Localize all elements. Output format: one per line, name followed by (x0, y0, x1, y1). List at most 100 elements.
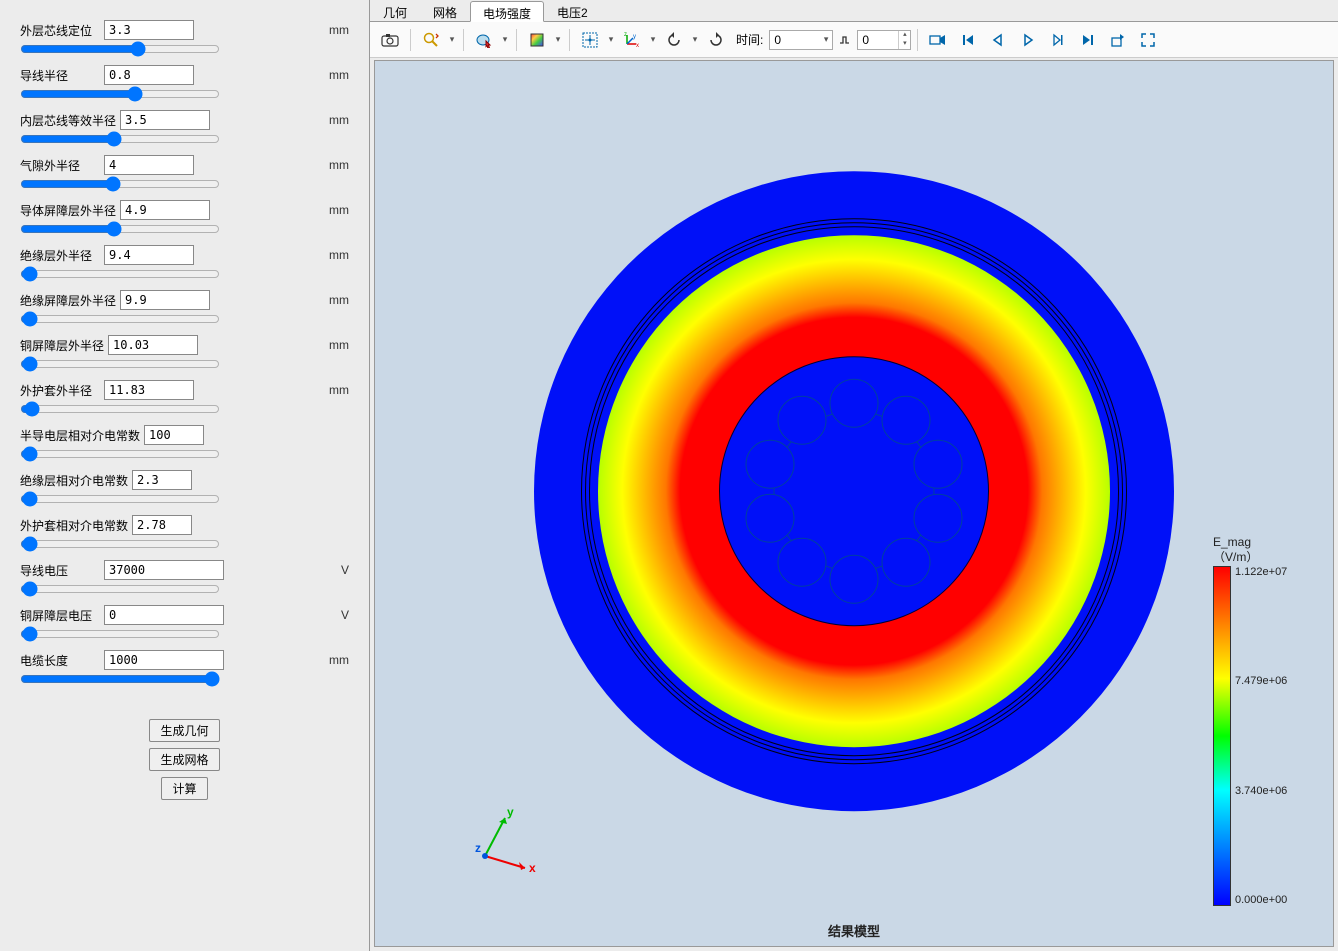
param-input[interactable] (104, 605, 224, 625)
param-label: 绝缘层外半径 (20, 247, 100, 264)
param-input[interactable] (104, 20, 194, 40)
param-group: 导线电压 V (10, 560, 359, 599)
param-slider[interactable] (20, 447, 220, 461)
param-input[interactable] (132, 515, 192, 535)
param-slider[interactable] (20, 177, 220, 191)
param-unit: mm (329, 23, 349, 37)
time-spinner-input[interactable] (858, 31, 898, 49)
zoom-dropdown[interactable]: ▾ (447, 34, 457, 45)
param-label: 导线电压 (20, 562, 100, 579)
param-input[interactable] (104, 650, 224, 670)
param-input[interactable] (108, 335, 198, 355)
param-input[interactable] (132, 470, 192, 490)
param-input[interactable] (104, 560, 224, 580)
param-slider[interactable] (20, 222, 220, 236)
svg-text:x: x (529, 861, 536, 875)
skip-start-icon[interactable] (954, 27, 982, 53)
param-input[interactable] (120, 110, 210, 130)
param-input[interactable] (104, 155, 194, 175)
tab-voltage2[interactable]: 电压2 (544, 0, 601, 21)
legend-title: E_mag（V/m） (1213, 535, 1313, 564)
canvas-area[interactable]: x y z 结果模型 E_mag（V/m） 1.122e+07 7.479e+0… (374, 60, 1334, 947)
skip-end-icon[interactable] (1074, 27, 1102, 53)
tabs: 几何 网格 电场强度 电压2 (370, 0, 1338, 22)
time-select[interactable]: 0▾ (769, 30, 833, 50)
svg-text:z: z (475, 841, 481, 855)
step-forward-icon[interactable] (1044, 27, 1072, 53)
param-input[interactable] (104, 65, 194, 85)
action-buttons: 生成几何 生成网格 计算 (10, 719, 359, 800)
param-label: 导线半径 (20, 67, 100, 84)
tab-geometry[interactable]: 几何 (370, 0, 420, 21)
result-model-label: 结果模型 (828, 921, 880, 940)
time-spinner[interactable]: ▴▾ (857, 30, 911, 50)
field-visualization (534, 171, 1174, 811)
param-slider[interactable] (20, 132, 220, 146)
param-slider[interactable] (20, 537, 220, 551)
param-slider[interactable] (20, 312, 220, 326)
step-icon[interactable] (835, 27, 855, 53)
param-unit: mm (329, 248, 349, 262)
rotate-cw-icon[interactable] (702, 27, 730, 53)
axis-dropdown[interactable]: ▾ (648, 34, 658, 45)
fit-view-icon[interactable] (576, 27, 604, 53)
param-slider[interactable] (20, 672, 220, 686)
param-label: 外层芯线定位 (20, 22, 100, 39)
param-input[interactable] (120, 290, 210, 310)
fullscreen-icon[interactable] (1134, 27, 1162, 53)
param-label: 导体屏障层外半径 (20, 202, 116, 219)
param-group: 导线半径 mm (10, 65, 359, 104)
spin-down[interactable]: ▾ (899, 40, 910, 49)
param-slider[interactable] (20, 492, 220, 506)
param-slider[interactable] (20, 267, 220, 281)
render-style-icon[interactable] (523, 27, 551, 53)
param-input[interactable] (104, 380, 194, 400)
param-group: 铜屏障层外半径 mm (10, 335, 359, 374)
toolbar: ▾ ▾ ▾ ▾ zxy ▾ ▾ 时间: 0▾ ▴▾ (370, 22, 1338, 58)
legend-tick: 3.740e+06 (1235, 785, 1287, 797)
param-input[interactable] (144, 425, 204, 445)
param-slider[interactable] (20, 402, 220, 416)
svg-text:y: y (507, 806, 514, 819)
sidebar: 外层芯线定位 mm 导线半径 mm 内层芯线等效半径 mm 气隙外半径 mm 导… (0, 0, 370, 951)
axis-orient-icon[interactable]: zxy (618, 27, 646, 53)
param-unit: mm (329, 653, 349, 667)
export-icon[interactable] (1104, 27, 1132, 53)
param-group: 绝缘屏障层外半径 mm (10, 290, 359, 329)
record-icon[interactable] (924, 27, 952, 53)
fit-dropdown[interactable]: ▾ (606, 34, 616, 45)
camera-icon[interactable] (376, 27, 404, 53)
param-label: 气隙外半径 (20, 157, 100, 174)
param-input[interactable] (120, 200, 210, 220)
param-unit: V (341, 563, 349, 577)
select-dropdown[interactable]: ▾ (500, 34, 510, 45)
step-back-icon[interactable] (984, 27, 1012, 53)
param-slider[interactable] (20, 357, 220, 371)
legend-tick: 0.000e+00 (1235, 894, 1287, 906)
param-slider[interactable] (20, 582, 220, 596)
tab-efield[interactable]: 电场强度 (470, 1, 544, 22)
param-label: 内层芯线等效半径 (20, 112, 116, 129)
compute-button[interactable]: 计算 (161, 777, 207, 800)
color-legend: E_mag（V/m） 1.122e+07 7.479e+06 3.740e+06… (1213, 535, 1313, 906)
rotate-ccw-icon[interactable] (660, 27, 688, 53)
param-label: 半导电层相对介电常数 (20, 427, 140, 444)
rotate-ccw-dropdown[interactable]: ▾ (690, 34, 700, 45)
param-slider[interactable] (20, 627, 220, 641)
param-slider[interactable] (20, 87, 220, 101)
generate-mesh-button[interactable]: 生成网格 (149, 748, 219, 771)
param-group: 内层芯线等效半径 mm (10, 110, 359, 149)
param-slider[interactable] (20, 42, 220, 56)
select-icon[interactable] (470, 27, 498, 53)
legend-tick: 1.122e+07 (1235, 566, 1287, 578)
generate-geometry-button[interactable]: 生成几何 (149, 719, 219, 742)
tab-mesh[interactable]: 网格 (420, 0, 470, 21)
spin-up[interactable]: ▴ (899, 31, 910, 40)
render-dropdown[interactable]: ▾ (553, 34, 563, 45)
param-input[interactable] (104, 245, 194, 265)
play-icon[interactable] (1014, 27, 1042, 53)
main-panel: 几何 网格 电场强度 电压2 ▾ ▾ ▾ ▾ zxy ▾ ▾ 时间: 0▾ (370, 0, 1338, 951)
zoom-icon[interactable] (417, 27, 445, 53)
param-unit: mm (329, 383, 349, 397)
param-label: 绝缘层相对介电常数 (20, 472, 128, 489)
